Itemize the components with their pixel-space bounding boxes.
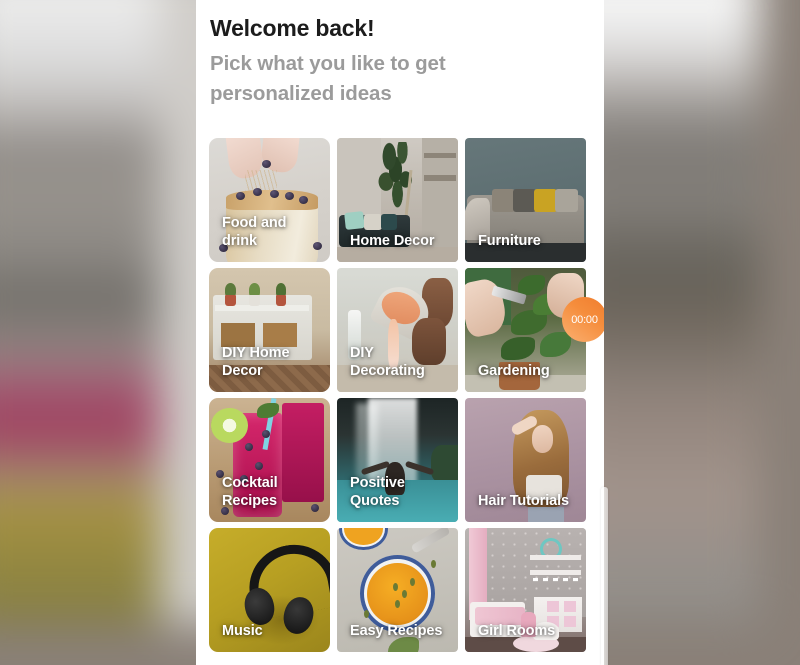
card-image-easy-recipes — [337, 528, 458, 652]
card-image-girl-rooms — [465, 528, 586, 652]
interest-card-diy-decorating[interactable]: DIY Decorating — [337, 268, 458, 392]
card-image-music — [209, 528, 330, 652]
interest-card-easy-recipes[interactable]: Easy Recipes — [337, 528, 458, 652]
card-image-positive-quotes — [337, 398, 458, 522]
interest-card-music[interactable]: Music — [209, 528, 330, 652]
header: Welcome back! Pick what you like to get … — [196, 0, 604, 108]
interest-card-home-decor[interactable]: Home Decor — [337, 138, 458, 262]
interest-card-positive-quotes[interactable]: Positive Quotes — [337, 398, 458, 522]
page-title: Welcome back! — [210, 15, 375, 41]
screen-root: Welcome back! Pick what you like to get … — [0, 0, 800, 665]
page-subtitle: Pick what you like to get personalized i… — [210, 52, 446, 105]
interest-card-furniture[interactable]: Furniture — [465, 138, 586, 262]
card-image-food-and-drink — [209, 138, 330, 262]
interest-card-cocktail-recipes[interactable]: Cocktail Recipes — [209, 398, 330, 522]
timer-badge[interactable]: 00:00 — [562, 297, 604, 342]
interest-grid: Food and drink Home Decor Furniture DIY … — [196, 138, 604, 652]
interest-card-diy-home-decor[interactable]: DIY Home Decor — [209, 268, 330, 392]
interest-card-gardening[interactable]: 00:00 Gardening — [465, 268, 604, 392]
card-image-hair-tutorials — [465, 398, 586, 522]
card-image-home-decor — [337, 138, 458, 262]
interest-card-girl-rooms[interactable]: Girl Rooms — [465, 528, 586, 652]
interest-card-food-and-drink[interactable]: Food and drink — [209, 138, 330, 262]
interest-card-hair-tutorials[interactable]: Hair Tutorials — [465, 398, 586, 522]
card-image-furniture — [465, 138, 586, 262]
app-panel: Welcome back! Pick what you like to get … — [196, 0, 604, 665]
card-image-diy-decorating — [337, 268, 458, 392]
vertical-scrollbar[interactable] — [601, 487, 608, 665]
background-left — [0, 0, 160, 625]
card-image-cocktail-recipes — [209, 398, 330, 522]
card-image-diy-home-decor — [209, 268, 330, 392]
